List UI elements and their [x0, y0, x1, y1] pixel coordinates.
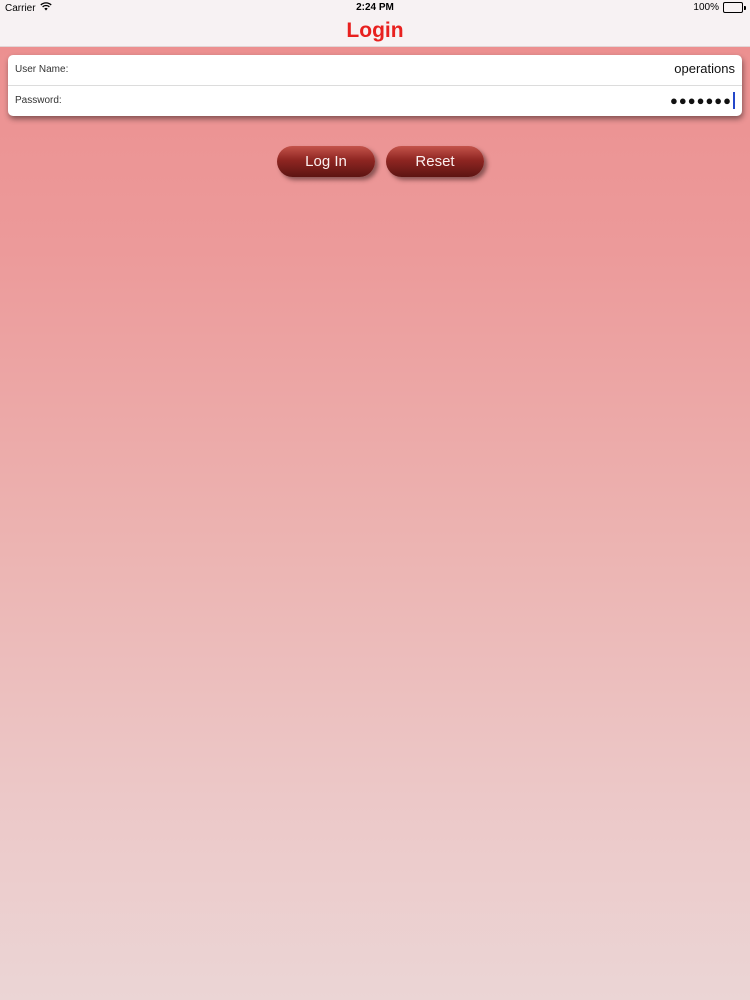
status-right: 100% [693, 2, 746, 13]
password-label: Password: [15, 95, 62, 106]
password-row[interactable]: Password: ●●●●●●● [8, 86, 742, 116]
password-field[interactable]: ●●●●●●● [670, 92, 735, 109]
username-label: User Name: [15, 64, 69, 75]
text-caret [733, 92, 735, 109]
username-field[interactable]: operations [674, 61, 735, 76]
navigation-bar: Login [0, 16, 750, 47]
page-title: Login [346, 19, 404, 42]
login-form: User Name: operations Password: ●●●●●●● [8, 55, 742, 116]
login-button[interactable]: Log In [277, 146, 375, 177]
username-row[interactable]: User Name: operations [8, 55, 742, 86]
battery-percent: 100% [693, 2, 719, 13]
battery-icon [723, 2, 743, 13]
battery-tip [744, 5, 746, 10]
status-time: 2:24 PM [356, 2, 394, 13]
status-bar: Carrier 2:24 PM 100% [0, 0, 750, 16]
password-dots: ●●●●●●● [670, 93, 732, 108]
reset-button[interactable]: Reset [386, 146, 484, 177]
